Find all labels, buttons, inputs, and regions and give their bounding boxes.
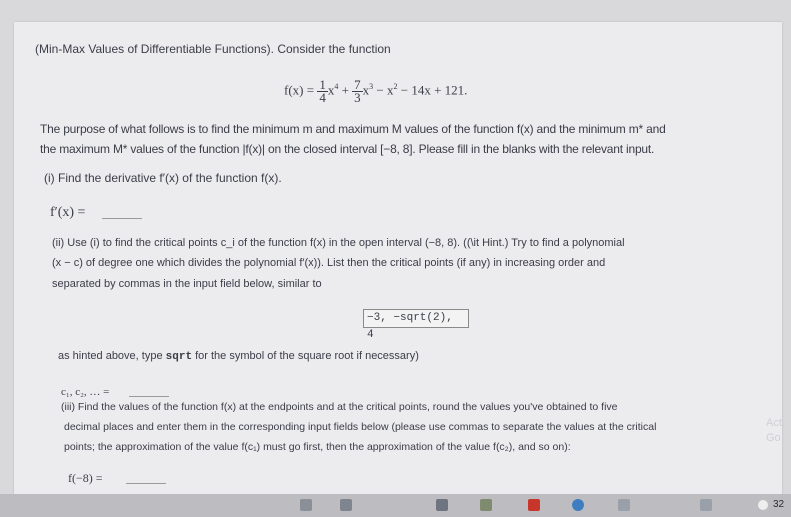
store-icon[interactable] bbox=[480, 499, 492, 511]
f-minus-8-answer-field[interactable] bbox=[126, 483, 166, 484]
critical-points-answer-field[interactable] bbox=[129, 396, 169, 397]
function-definition: f(x) = 1 4 x4 + 7 3 x3 − x2 − 14x + 121. bbox=[284, 76, 468, 105]
sqrt-code: sqrt bbox=[165, 351, 193, 363]
derivative-answer-field[interactable] bbox=[102, 218, 142, 219]
part3-line-3: points; the approximation of the value f… bbox=[64, 441, 571, 453]
function-lhs: f(x) = bbox=[284, 82, 315, 98]
purpose-line-2: the maximum M* values of the function |f… bbox=[40, 142, 655, 156]
calculator-icon[interactable] bbox=[436, 499, 448, 511]
notification-icon[interactable] bbox=[758, 500, 768, 510]
pinned-icon[interactable] bbox=[700, 499, 712, 511]
part2-line-1: (ii) Use (i) to find the critical points… bbox=[52, 237, 625, 249]
problem-header: (Min-Max Values of Differentiable Functi… bbox=[35, 42, 391, 56]
part2-line-2: (x − c) of degree one which divides the … bbox=[52, 257, 606, 269]
part3-line-2: decimal places and enter them in the cor… bbox=[64, 421, 657, 433]
fraction-one-quarter: 14 bbox=[317, 76, 328, 105]
fraction-seven-thirds: 73 bbox=[352, 76, 363, 105]
question-page: (Min-Max Values of Differentiable Functi… bbox=[14, 22, 782, 494]
sqrt-hint: as hinted above, type sqrt for the symbo… bbox=[58, 350, 419, 363]
part3-line-1: (iii) Find the values of the function f(… bbox=[61, 401, 618, 413]
search-icon[interactable] bbox=[300, 499, 312, 511]
settings-icon[interactable] bbox=[618, 499, 630, 511]
purpose-line-1: The purpose of what follows is to find t… bbox=[40, 122, 666, 136]
part2-line-3: separated by commas in the input field b… bbox=[52, 278, 322, 290]
part1-instruction: (i) Find the derivative f′(x) of the fun… bbox=[44, 171, 282, 185]
example-input-box: −3, −sqrt(2), 4 bbox=[363, 309, 469, 341]
activation-watermark-line2: Go bbox=[766, 432, 781, 444]
part2-answer-label: c₁, c₂, … = bbox=[61, 386, 110, 398]
taskbar: 32 bbox=[0, 494, 791, 517]
part3-answer-label: f(−8) = bbox=[68, 471, 103, 485]
activation-watermark-line1: Act bbox=[766, 417, 782, 429]
mail-icon[interactable] bbox=[528, 499, 540, 511]
browser-icon[interactable] bbox=[572, 499, 584, 511]
part1-answer-label: f′(x) = bbox=[50, 205, 86, 220]
taskview-icon[interactable] bbox=[340, 499, 352, 511]
clock-text[interactable]: 32 bbox=[773, 497, 784, 513]
